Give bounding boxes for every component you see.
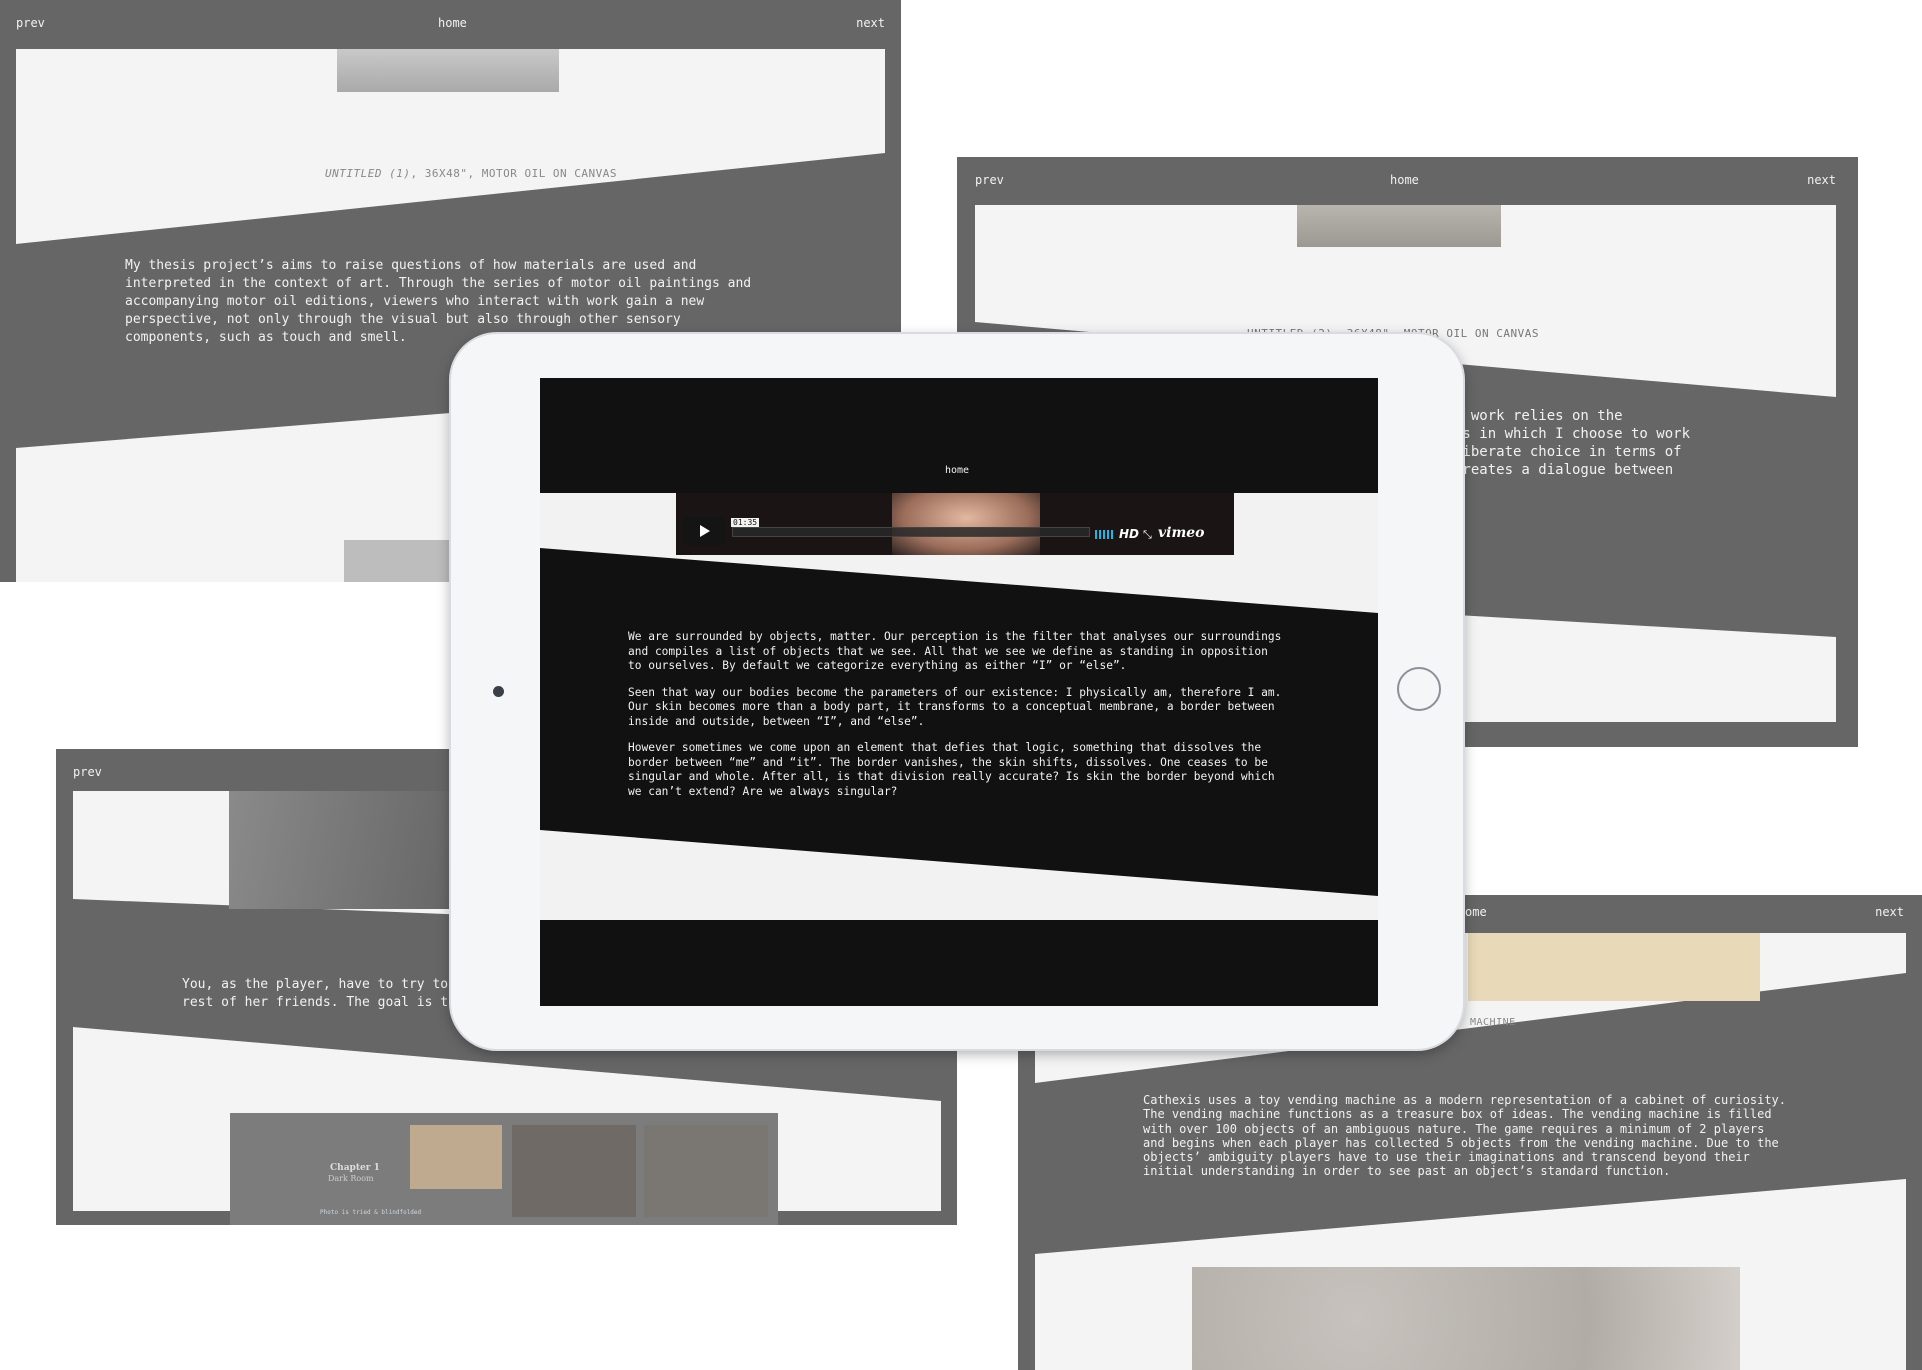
description-line: f work relies on the [1454,408,1623,424]
vimeo-logo[interactable]: vimeo [1158,525,1205,541]
essay-text: We are surrounded by objects, matter. Ou… [628,630,1288,811]
artwork-caption: MACHINE [1470,1017,1516,1028]
essay-paragraph: We are surrounded by objects, matter. Ou… [628,630,1282,672]
description-line: creates a dialogue between [1454,462,1674,478]
ipad-home-button[interactable] [1397,667,1441,711]
painting-image-bottom [344,540,454,582]
description-line: liberate choice in terms of [1454,444,1682,460]
artwork-title: UNTITLED (1) [325,167,411,180]
home-link[interactable]: home [945,465,969,476]
storyboard-frame [644,1125,768,1217]
fullscreen-icon[interactable]: ⤡ [1143,528,1152,542]
video-player[interactable]: 01:35 HD ⤡ vimeo [676,493,1234,555]
strip-note: Photo is tried & blindfolded [320,1209,422,1216]
cathexis-description: Cathexis uses a toy vending machine as a… [1143,1093,1786,1179]
video-time-badge: 01:35 [731,518,760,527]
ipad-camera [493,686,504,697]
volume-icon[interactable] [1095,530,1113,539]
capsules-image [1192,1267,1740,1370]
play-button[interactable] [682,517,726,545]
vending-machine-image [1468,933,1760,1001]
storyboard-frame [410,1125,502,1189]
chapter-title: Chapter 1 [330,1163,380,1173]
artwork-details: , 36X48", MOTOR OIL ON CANVAS [410,167,618,180]
hd-toggle[interactable]: HD [1119,527,1139,541]
video-frame-image [892,493,1040,555]
description-line: ls in which I choose to work [1454,426,1691,442]
essay-paragraph: Seen that way our bodies become the para… [628,685,1282,728]
ipad-screen: home 01:35 HD ⤡ vimeo We are surrounded … [540,378,1378,1006]
painting-image [1297,205,1501,247]
video-progress-bar[interactable] [732,527,1090,537]
chapter-subtitle: Dark Room [328,1174,374,1183]
storyboard-strip: Chapter 1 Dark Room Photo is tried & bli… [230,1113,778,1225]
essay-paragraph: However sometimes we come upon an elemen… [628,741,1275,798]
storyboard-frame [512,1125,636,1217]
artwork-caption: UNTITLED (1), 36X48", MOTOR OIL ON CANVA… [325,167,617,180]
play-icon [700,525,710,537]
painting-image [337,49,559,92]
artwork-description: f work relies on the ls in which I choos… [1454,407,1834,479]
